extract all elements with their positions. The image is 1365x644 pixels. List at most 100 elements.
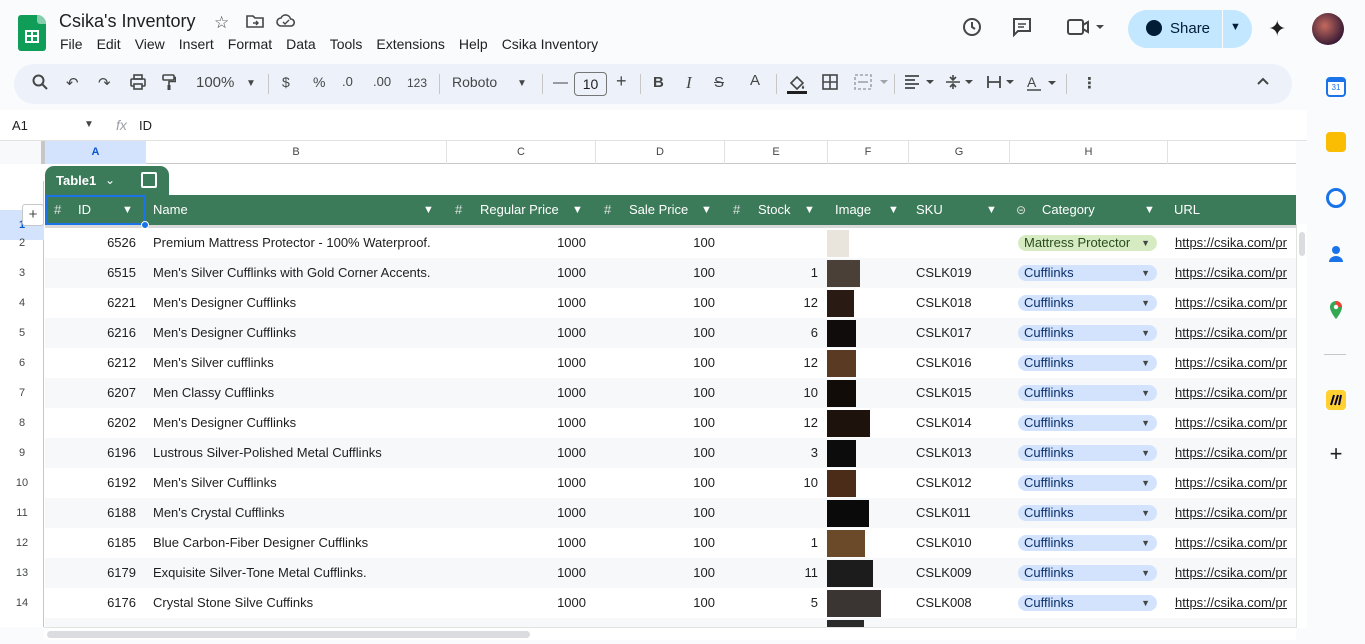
cell-stock[interactable] [724,498,818,528]
row-header-7[interactable]: 7 [0,378,44,408]
category-chip[interactable]: Cufflinks ▼ [1018,295,1157,311]
cell-sale-price[interactable]: 100 [594,588,715,618]
product-image[interactable] [827,530,865,557]
currency-format-button[interactable]: $ [282,74,290,90]
cell-id[interactable]: 6221 [45,288,136,318]
header-sku[interactable]: SKU [916,195,943,225]
percent-format-button[interactable]: % [313,74,325,90]
menu-edit[interactable]: Edit [97,36,121,52]
cell-sku[interactable]: CSLK013 [916,438,1006,468]
cell-stock[interactable]: 11 [724,558,819,588]
category-chip[interactable]: Cufflinks ▼ [1018,505,1157,521]
more-options-icon[interactable]: ⋮ [1082,74,1097,92]
cell-regular-price[interactable]: 1000 [445,288,586,318]
cell-sku[interactable]: CSLK010 [916,528,1006,558]
header-name[interactable]: Name [153,195,188,225]
cell-id[interactable]: 6526 [45,228,136,258]
cell-url-link[interactable]: https://csika.com/pr [1175,558,1296,588]
cell-name[interactable]: Men's Designer Cufflinks [153,408,443,438]
category-chip[interactable]: Cufflinks ▼ [1018,355,1157,371]
gemini-spark-icon[interactable]: ✦ [1268,16,1286,42]
column-header-b[interactable]: B [145,141,446,164]
cell-sku[interactable]: CSLK016 [916,348,1006,378]
insert-row-button[interactable]: + [22,204,44,226]
chip-dropdown-icon[interactable]: ▼ [1141,355,1150,371]
cell-name[interactable]: Lustrous Silver-Polished Metal Cufflinks [153,438,443,468]
cell-stock[interactable]: 12 [724,288,818,318]
row-header-14[interactable]: 14 [0,588,44,618]
cell-stock[interactable]: 1 [724,528,818,558]
cell-regular-price[interactable]: 1000 [445,378,586,408]
table-menu-dropdown-icon[interactable]: ⌄ [105,173,115,187]
cell-name[interactable]: Men's Silver cufflinks [153,348,443,378]
cell-url-link[interactable]: https://csika.com/pr [1175,438,1296,468]
chip-dropdown-icon[interactable]: ▼ [1141,295,1150,311]
chip-dropdown-icon[interactable]: ▼ [1141,535,1150,551]
column-header-d[interactable]: D [595,141,724,164]
text-wrapping-icon[interactable] [986,74,1018,94]
cell-name[interactable]: Men's Designer Cufflinks [153,318,443,348]
table-name-tab[interactable]: Table1 ⌄ [45,166,169,195]
cell-sale-price[interactable]: 100 [594,258,715,288]
menu-format[interactable]: Format [228,36,272,52]
cell-regular-price[interactable]: 1000 [445,348,586,378]
category-chip[interactable]: Cufflinks ▼ [1018,535,1157,551]
decrease-font-size-icon[interactable]: — [553,74,568,91]
header-category[interactable]: Category [1042,195,1095,225]
avatar[interactable] [1312,13,1344,45]
product-image[interactable] [827,380,856,407]
category-chip[interactable]: Cufflinks ▼ [1018,385,1157,401]
category-chip[interactable]: Cufflinks ▼ [1018,265,1157,281]
cell-id[interactable]: 6185 [45,528,136,558]
document-title[interactable]: Csika's Inventory [59,11,196,32]
cloud-saved-icon[interactable] [276,13,296,33]
header-regular-price[interactable]: Regular Price [480,195,559,225]
strikethrough-icon[interactable]: S [714,74,724,91]
cell-stock[interactable]: 12 [724,348,818,378]
menu-help[interactable]: Help [459,36,488,52]
chip-dropdown-icon[interactable]: ▼ [1141,475,1150,491]
contacts-icon[interactable] [1326,244,1346,264]
chip-dropdown-icon[interactable]: ▼ [1141,445,1150,461]
cell-url-link[interactable]: https://csika.com/pr [1175,528,1296,558]
bold-icon[interactable]: B [653,74,664,91]
more-formats-button[interactable]: 123 [407,76,427,90]
cell-regular-price[interactable]: 1000 [445,258,586,288]
row-header-10[interactable]: 10 [0,468,44,498]
cell-name[interactable]: Blue Carbon-Fiber Designer Cufflinks [153,528,443,558]
cell-regular-price[interactable]: 1000 [445,588,586,618]
header-name-dropdown-icon[interactable]: ▼ [423,195,434,225]
cell-sale-price[interactable]: 100 [594,528,715,558]
header-stock[interactable]: Stock [758,195,791,225]
borders-icon[interactable] [822,74,838,94]
cell-url-link[interactable]: https://csika.com/pr [1175,228,1296,258]
chip-dropdown-icon[interactable]: ▼ [1141,595,1150,611]
header-regular-price-dropdown-icon[interactable]: ▼ [572,195,583,225]
cell-url-link[interactable]: https://csika.com/pr [1175,258,1296,288]
cell-name[interactable]: Men Classy Cufflinks [153,378,443,408]
row-header-5[interactable]: 5 [0,318,44,348]
cell-name[interactable]: Premium Mattress Protector - 100% Waterp… [153,228,443,258]
cell-stock[interactable]: 10 [724,378,818,408]
cell-sku[interactable]: CSLK017 [916,318,1006,348]
cell-sku[interactable]: CSLK015 [916,378,1006,408]
row-header-9[interactable]: 9 [0,438,44,468]
formula-input[interactable]: ID [139,118,152,133]
cell-regular-price[interactable]: 1000 [445,318,586,348]
product-image[interactable] [827,350,856,377]
cell-stock[interactable]: 3 [724,438,818,468]
italic-icon[interactable]: I [686,73,692,93]
header-image[interactable]: Image [835,195,871,225]
cell-regular-price[interactable]: 1000 [445,468,586,498]
header-stock-dropdown-icon[interactable]: ▼ [804,195,815,225]
cell-id[interactable]: 6176 [45,588,136,618]
cell-stock[interactable]: 5 [724,588,818,618]
select-all-corner[interactable] [0,141,45,164]
category-chip[interactable]: Cufflinks ▼ [1018,325,1157,341]
chip-dropdown-icon[interactable]: ▼ [1141,565,1150,581]
cell-url-link[interactable]: https://csika.com/pr [1175,288,1296,318]
row-header-4[interactable]: 4 [0,288,44,318]
name-box-dropdown-icon[interactable]: ▼ [84,119,94,130]
cell-regular-price[interactable]: 1000 [445,228,586,258]
collapse-menus-icon[interactable] [1256,74,1270,92]
